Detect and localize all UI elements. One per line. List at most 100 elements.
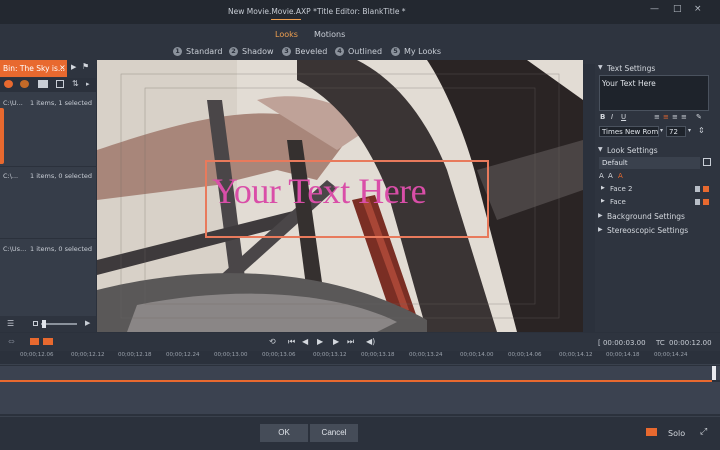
chevron-down-icon[interactable]: ▾ xyxy=(660,127,663,134)
tab-looks[interactable]: Looks xyxy=(275,30,298,39)
text-settings-header[interactable]: ▼ Text Settings xyxy=(595,63,720,75)
justify-icon[interactable]: ≡ xyxy=(681,113,687,121)
list-item[interactable]: C:\... 1 items, 0 selected xyxy=(0,170,96,184)
cancel-button[interactable]: Cancel xyxy=(310,424,358,442)
tab-motions[interactable]: Motions xyxy=(314,30,345,39)
title-track[interactable] xyxy=(0,366,720,380)
italic-button[interactable]: I xyxy=(611,113,613,121)
ruler-tick: 00;00;13.12 xyxy=(313,352,347,358)
list-item[interactable]: C:\U... 1 items, 1 selected xyxy=(0,97,96,111)
sort-icon[interactable]: ⇅ xyxy=(72,79,79,88)
track-area xyxy=(0,382,720,414)
ruler-tick: 00;00;14.12 xyxy=(559,352,593,358)
more-options-icon[interactable]: ✎ xyxy=(696,113,702,121)
collapse-icon: ▼ xyxy=(598,64,603,71)
menu-icon[interactable]: ☰ xyxy=(7,319,14,328)
section-label: Look Settings xyxy=(607,146,658,155)
step-forward-icon[interactable]: ▶ xyxy=(333,337,339,346)
row-path: C:\... xyxy=(3,172,19,180)
align-center-icon[interactable]: ≡ xyxy=(663,113,669,121)
minimize-button[interactable]: — xyxy=(650,4,659,14)
list-item[interactable]: C:\Us... 1 items, 0 selected xyxy=(0,243,96,257)
loop-icon[interactable]: ⟲ xyxy=(269,337,276,346)
ruler-tick: 00;00;14.06 xyxy=(508,352,542,358)
step-back-icon[interactable]: ◀ xyxy=(302,337,308,346)
divider xyxy=(0,238,96,239)
add-edge-icon[interactable]: A xyxy=(608,172,613,180)
play-button[interactable]: ▶ xyxy=(317,337,323,346)
out-timecode[interactable]: 00:00:12.00 xyxy=(669,339,712,347)
pin-icon[interactable]: ⚑ xyxy=(82,62,89,71)
color-swatch[interactable] xyxy=(703,199,709,205)
close-button[interactable]: × xyxy=(694,4,702,14)
expand-icon: ▶ xyxy=(601,185,605,191)
subtab-label: My Looks xyxy=(404,47,442,56)
text-input[interactable]: Your Text Here xyxy=(599,75,709,111)
marker-icon[interactable] xyxy=(30,338,39,345)
collapse-panel-icon[interactable]: ▶ xyxy=(85,319,90,327)
add-face-icon[interactable]: A xyxy=(599,172,604,180)
page-icon[interactable] xyxy=(56,80,64,88)
bin-tab-close-icon[interactable]: × xyxy=(59,63,66,72)
play-icon[interactable]: ▶ xyxy=(71,63,76,71)
trash-icon[interactable] xyxy=(695,199,700,205)
record-icon[interactable] xyxy=(4,80,13,88)
title-text-overlay[interactable]: Your Text Here xyxy=(212,170,427,212)
solo-icon[interactable] xyxy=(646,428,657,436)
number-badge: 1 xyxy=(173,47,182,56)
background-settings-header[interactable]: ▶ Background Settings xyxy=(595,211,720,223)
next-icon[interactable]: ▸ xyxy=(86,80,90,88)
color-swatch[interactable] xyxy=(703,186,709,192)
look-preset-select[interactable]: Default xyxy=(599,157,700,169)
solo-label[interactable]: Solo xyxy=(668,429,685,438)
row-path: C:\Us... xyxy=(3,245,27,253)
looks-tab-area xyxy=(0,24,720,64)
font-family-select[interactable]: Times New Rom xyxy=(599,126,659,137)
maximize-button[interactable]: □ xyxy=(673,4,682,14)
zoom-slider-handle[interactable] xyxy=(42,320,46,328)
volume-icon[interactable]: ◀) xyxy=(366,337,375,346)
align-right-icon[interactable]: ≡ xyxy=(672,113,678,121)
number-badge: 4 xyxy=(335,47,344,56)
align-left-icon[interactable]: ≡ xyxy=(654,113,660,121)
add-shadow-icon[interactable]: A xyxy=(618,172,623,180)
subtab-label: Outlined xyxy=(348,47,383,56)
stereoscopic-settings-header[interactable]: ▶ Stereoscopic Settings xyxy=(595,225,720,237)
playhead-handle[interactable] xyxy=(712,366,716,380)
font-size-select[interactable]: 72 xyxy=(666,126,686,137)
link-icon[interactable]: ⇔ xyxy=(8,337,15,346)
look-settings-header[interactable]: ▼ Look Settings xyxy=(595,145,720,157)
clip-marker-icon[interactable] xyxy=(43,338,53,345)
bold-button[interactable]: B xyxy=(600,113,605,121)
row-status: 1 items, 1 selected xyxy=(30,99,93,107)
subtab-my-looks[interactable]: 5 My Looks xyxy=(391,47,441,56)
in-timecode[interactable]: [ 00:00:03.00 xyxy=(598,339,646,347)
tc-label: TC xyxy=(656,339,665,347)
trash-icon[interactable] xyxy=(695,186,700,192)
face-layer-row[interactable]: ▶ Face 2 xyxy=(599,184,714,195)
ruler-tick: 00;00;14.00 xyxy=(460,352,494,358)
subtab-outlined[interactable]: 4 Outlined xyxy=(335,47,382,56)
fullscreen-icon[interactable]: ⤢ xyxy=(700,427,707,437)
subtab-shadow[interactable]: 2 Shadow xyxy=(229,47,274,56)
expand-icon: ▶ xyxy=(598,212,603,219)
underline-button[interactable]: U xyxy=(621,113,626,121)
go-end-icon[interactable]: ⏭ xyxy=(347,337,354,347)
divider xyxy=(0,166,96,167)
chevron-down-icon[interactable]: ▾ xyxy=(688,127,691,134)
ruler-tick: 00;00;13.06 xyxy=(262,352,296,358)
zoom-slider[interactable] xyxy=(41,323,77,325)
section-label: Background Settings xyxy=(607,212,685,221)
go-start-icon[interactable]: ⏮ xyxy=(288,337,295,347)
collapse-icon: ▼ xyxy=(598,146,603,153)
row-status: 1 items, 0 selected xyxy=(30,245,93,253)
bin-tab[interactable]: Bin: The Sky is... xyxy=(0,60,67,77)
face-layer-row[interactable]: ▶ Face xyxy=(599,197,714,208)
save-look-icon[interactable] xyxy=(703,158,711,166)
color-icon[interactable] xyxy=(20,80,29,88)
text-size-icon[interactable]: ⇕ xyxy=(698,126,705,135)
subtab-beveled[interactable]: 3 Beveled xyxy=(282,47,327,56)
folder-icon[interactable] xyxy=(38,80,48,88)
subtab-standard[interactable]: 1 Standard xyxy=(173,47,222,56)
ok-button[interactable]: OK xyxy=(260,424,308,442)
